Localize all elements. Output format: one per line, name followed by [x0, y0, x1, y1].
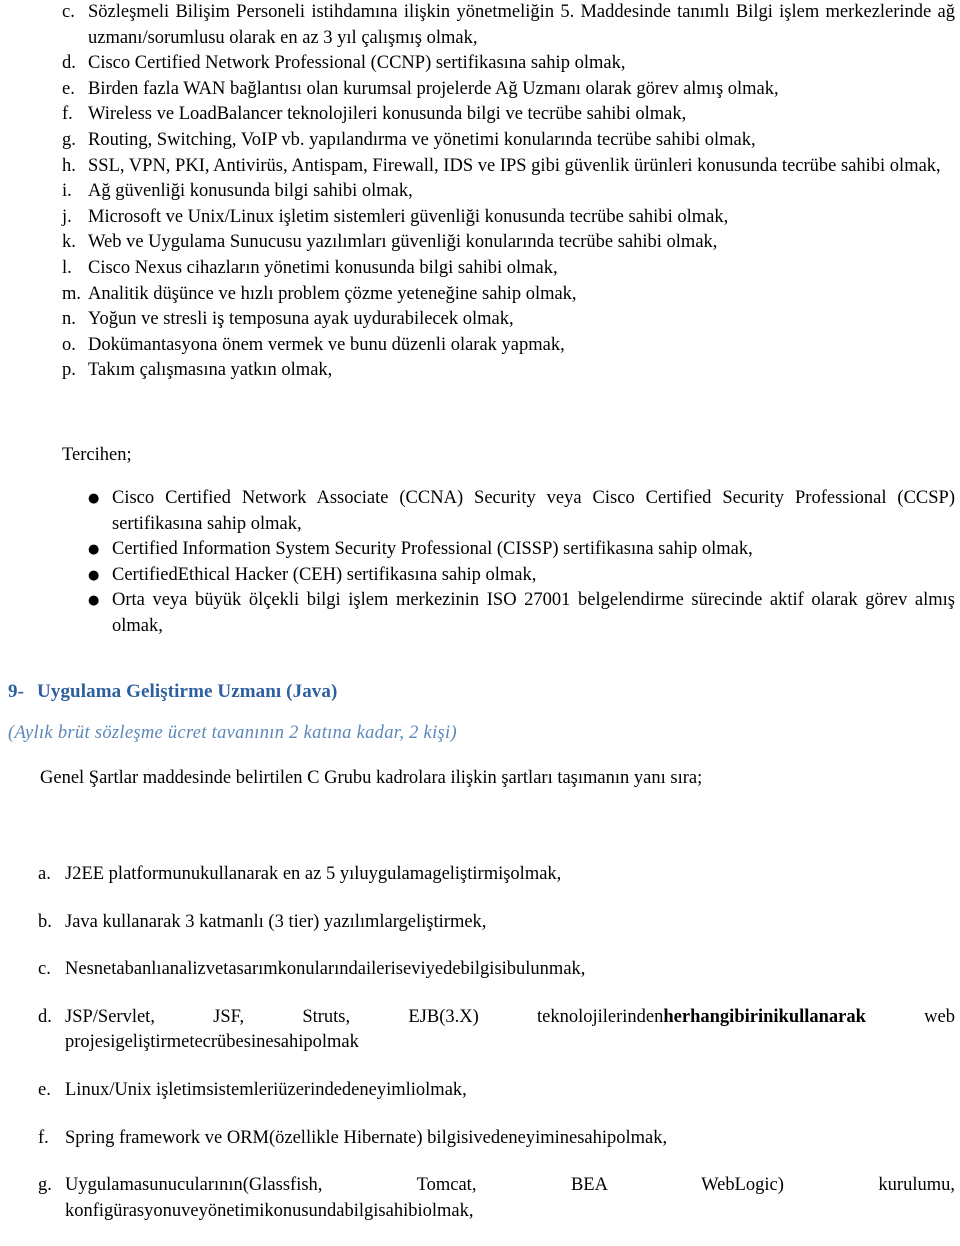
preferred-item: ● Cisco Certified Network Associate (CCNA… [0, 486, 960, 537]
bullet-icon: ● [88, 542, 100, 558]
position-subtitle: (Aylık brüt sözleşme ücret tavanının 2 k… [8, 723, 457, 743]
requirement-text: Yoğun ve stresli iş temposuna ayak uydur… [88, 309, 514, 330]
list-marker: l. [62, 257, 72, 278]
preferred-section-label: Tercihen; [62, 445, 132, 465]
requirement-text: Wireless ve LoadBalancer teknolojileri k… [88, 104, 687, 125]
qualification-item: b. Java kullanarak 3 katmanlı (3 tier) ya… [0, 910, 960, 936]
requirement-item: o. Dokümantasyona önem vermek ve bunu düz… [0, 333, 960, 359]
bullet-icon: ● [88, 491, 100, 506]
position-heading-number: 9- [8, 681, 25, 702]
list-marker: d. [62, 53, 76, 74]
list-marker: c. [62, 2, 75, 22]
requirement-item: h. SSL, VPN, PKI, Antivirüs, Antispam, Fi… [0, 154, 960, 180]
requirement-text: Analitik düşünce ve hızlı problem çözme … [88, 283, 577, 304]
requirement-item: k. Web ve Uygulama Sunucusu yazılımları g… [0, 230, 960, 256]
qualification-item: d. JSP/Servlet, JSF, Struts, EJB(3.X) tek… [0, 1005, 960, 1056]
requirement-item: j. Microsoft ve Unix/Linux işletim sistem… [0, 205, 960, 231]
requirement-item: d. Cisco Certified Network Professional (… [0, 51, 960, 77]
qualification-item: g. Uygulamasunucularının(Glassfish, Tomca… [0, 1173, 960, 1224]
qualification-text: Nesnetabanlıanalizvetasarımkonularındail… [65, 959, 586, 980]
list-marker: g. [62, 129, 76, 150]
preferred-item-text: Orta veya büyük ölçekli bilgi işlem merk… [112, 590, 955, 636]
requirement-text: Web ve Uygulama Sunucusu yazılımları güv… [88, 232, 718, 253]
requirement-text: Birden fazla WAN bağlantısı olan kurumsa… [88, 78, 779, 99]
qualification-text: Java kullanarak 3 katmanlı (3 tier) yazı… [65, 911, 487, 932]
qualification-item: a. J2EE platformunukullanarak en az 5 yıl… [0, 862, 960, 888]
preferred-item-text: Cisco Certified Network Associate (CCNA)… [112, 488, 955, 534]
requirement-text: Dokümantasyona önem vermek ve bunu düzen… [88, 334, 565, 355]
preferred-item: ● CertifiedEthical Hacker (CEH) sertifika… [0, 563, 960, 589]
requirement-item: m. Analitik düşünce ve hızlı problem çözm… [0, 282, 960, 308]
requirement-text: Ağ güvenliği konusunda bilgi sahibi olma… [88, 181, 413, 202]
qualification-text: J2EE platformunukullanarak en az 5 yıluy… [65, 864, 562, 884]
list-marker: b. [38, 911, 52, 932]
requirement-text: Sözleşmeli Bilişim Personeli istihdamına… [88, 2, 955, 48]
list-marker: f. [62, 104, 73, 125]
requirement-text: Cisco Nexus cihazların yönetimi konusund… [88, 257, 558, 278]
qualification-item: f. Spring framework ve ORM(özellikle Hibe… [0, 1126, 960, 1152]
qualification-text: Spring framework ve ORM(özellikle Hibern… [65, 1127, 668, 1148]
requirement-text: Routing, Switching, VoIP vb. yapılandırm… [88, 129, 756, 150]
requirement-text: Microsoft ve Unix/Linux işletim sistemle… [88, 206, 729, 227]
requirement-text: SSL, VPN, PKI, Antivirüs, Antispam, Fire… [88, 155, 941, 176]
list-marker: c. [38, 959, 51, 980]
list-marker: m. [62, 283, 82, 304]
preferred-item-text: CertifiedEthical Hacker (CEH) sertifikas… [112, 564, 537, 585]
qualification-text: JSP/Servlet, JSF, Struts, EJB(3.X) tekno… [65, 1005, 955, 1056]
qualification-text: Uygulamasunucularının(Glassfish, Tomcat,… [65, 1175, 955, 1221]
qualifications-list: a. J2EE platformunukullanarak en az 5 yıl… [0, 862, 960, 1246]
preferred-item: ● Certified Information System Security P… [0, 537, 960, 563]
preferred-item: ● Orta veya büyük ölçekli bilgi işlem mer… [0, 588, 960, 639]
preferred-item-text: Certified Information System Security Pr… [112, 539, 753, 560]
list-marker: n. [62, 309, 76, 330]
qualification-text: Linux/Unix işletimsistemleriüzerindedene… [65, 1079, 467, 1100]
bullet-icon: ● [88, 567, 100, 583]
position-heading-title: Uygulama Geliştirme Uzmanı (Java) [37, 681, 338, 702]
list-marker: e. [38, 1079, 51, 1100]
list-marker: h. [62, 155, 76, 176]
position-heading: 9- Uygulama Geliştirme Uzmanı (Java) [8, 681, 337, 703]
list-marker: i. [62, 181, 72, 202]
qualification-item: c. Nesnetabanlıanalizvetasarımkonularında… [0, 957, 960, 983]
requirement-item: p. Takım çalışmasına yatkın olmak, [0, 358, 960, 384]
requirement-item: e. Birden fazla WAN bağlantısı olan kurum… [0, 77, 960, 103]
list-marker: o. [62, 334, 76, 355]
requirement-item: i. Ağ güvenliği konusunda bilgi sahibi ol… [0, 179, 960, 205]
requirement-item: c. Sözleşmeli Bilişim Personeli istihdamı… [0, 0, 960, 51]
requirement-item: f. Wireless ve LoadBalancer teknolojileri… [0, 102, 960, 128]
requirements-list: c. Sözleşmeli Bilişim Personeli istihdamı… [0, 0, 960, 384]
bullet-icon: ● [88, 593, 100, 609]
qualification-text-emphasis: herhangibirinikullanarak [663, 1006, 866, 1027]
requirement-item: n. Yoğun ve stresli iş temposuna ayak uyd… [0, 307, 960, 333]
qualification-item: e. Linux/Unix işletimsistemleriüzerindede… [0, 1078, 960, 1104]
requirement-item: l. Cisco Nexus cihazların yönetimi konusu… [0, 256, 960, 282]
requirement-item: g. Routing, Switching, VoIP vb. yapılandı… [0, 128, 960, 154]
list-marker: a. [38, 864, 51, 884]
list-marker: k. [62, 232, 76, 253]
list-marker: e. [62, 78, 75, 99]
list-marker: f. [38, 1127, 49, 1148]
preferred-bullet-list: ● Cisco Certified Network Associate (CCNA… [0, 486, 960, 640]
document-page: c. Sözleşmeli Bilişim Personeli istihdamı… [0, 0, 960, 1221]
list-marker: g. [38, 1175, 52, 1196]
requirement-text: Takım çalışmasına yatkın olmak, [88, 360, 333, 381]
requirement-text: Cisco Certified Network Professional (CC… [88, 53, 626, 74]
list-marker: j. [62, 206, 72, 227]
list-marker: p. [62, 360, 76, 381]
qualification-text-before: JSP/Servlet, JSF, Struts, EJB(3.X) tekno… [65, 1006, 664, 1027]
position-intro-text: Genel Şartlar maddesinde belirtilen C Gr… [40, 768, 703, 788]
list-marker: d. [38, 1006, 52, 1027]
